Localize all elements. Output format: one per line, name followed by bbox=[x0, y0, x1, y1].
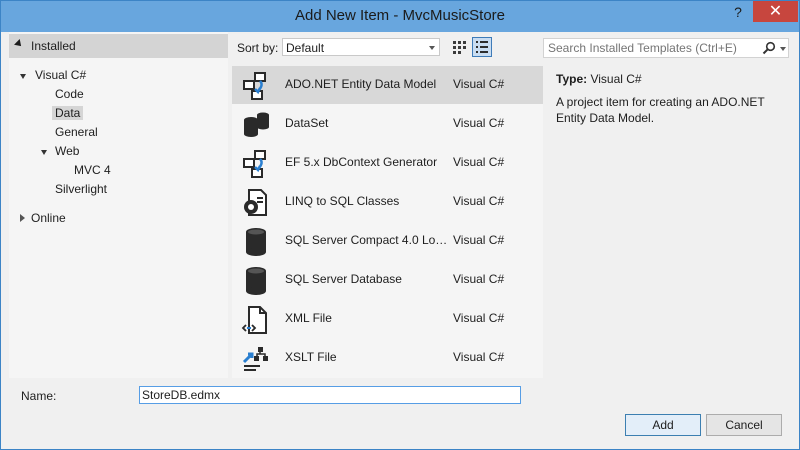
template-name: XSLT File bbox=[285, 350, 337, 364]
tree-item-code[interactable]: Code bbox=[55, 85, 84, 103]
template-description: A project item for creating an ADO.NET E… bbox=[556, 95, 765, 125]
tree-item-web[interactable]: Web bbox=[55, 142, 79, 160]
xslt-file-icon bbox=[242, 347, 268, 371]
template-list: ADO.NET Entity Data Model Visual C# DataSe… bbox=[232, 66, 543, 378]
chevron-down-icon[interactable] bbox=[780, 47, 786, 51]
template-list-item[interactable]: EF 5.x DbContext Generator Visual C# bbox=[232, 144, 543, 182]
template-list-item[interactable]: DataSet Visual C# bbox=[232, 105, 543, 143]
type-line: Type: Visual C# bbox=[556, 72, 642, 86]
add-new-item-dialog: Add New Item - MvcMusicStore ? ✕ Install… bbox=[0, 0, 800, 450]
sort-by-dropdown[interactable]: Default bbox=[282, 38, 440, 56]
dbcontext-generator-icon bbox=[243, 150, 266, 178]
template-list-item[interactable]: XSLT File Visual C# bbox=[232, 339, 543, 377]
template-list-item[interactable]: LINQ to SQL Classes Visual C# bbox=[232, 183, 543, 221]
help-button[interactable]: ? bbox=[727, 2, 749, 22]
template-details: Type: Visual C# A project item for creat… bbox=[546, 66, 791, 378]
search-templates-input[interactable] bbox=[548, 40, 758, 56]
close-button[interactable]: ✕ bbox=[753, 1, 798, 22]
template-name: DataSet bbox=[285, 116, 329, 130]
tree-item-online[interactable]: Online bbox=[31, 209, 66, 227]
template-name: ADO.NET Entity Data Model bbox=[285, 77, 437, 91]
title-bar[interactable]: Add New Item - MvcMusicStore ? ✕ bbox=[1, 1, 799, 32]
window-title: Add New Item - MvcMusicStore bbox=[294, 7, 506, 24]
dialog-body: Installed Visual C# Code Data General We… bbox=[1, 32, 799, 449]
name-label: Name: bbox=[21, 389, 57, 403]
tree-item-data[interactable]: Data bbox=[52, 104, 84, 122]
expand-arrow-icon[interactable] bbox=[41, 150, 47, 155]
template-language: Visual C# bbox=[453, 155, 505, 169]
template-language: Visual C# bbox=[453, 194, 505, 208]
sql-database-icon bbox=[246, 267, 266, 295]
grid-view-button[interactable] bbox=[449, 37, 469, 57]
entity-model-icon bbox=[243, 72, 266, 100]
tree-item-installed[interactable]: Installed bbox=[9, 34, 228, 58]
template-name: SQL Server Compact 4.0 Local Database bbox=[285, 233, 453, 247]
template-name: XML File bbox=[285, 311, 332, 325]
tree-label-data: Data bbox=[52, 106, 84, 120]
list-view-icon bbox=[476, 41, 488, 53]
search-icon[interactable] bbox=[762, 41, 776, 55]
template-name: SQL Server Database bbox=[285, 272, 402, 286]
add-button[interactable]: Add bbox=[625, 414, 701, 436]
template-name: LINQ to SQL Classes bbox=[285, 194, 400, 208]
collapse-arrow-icon[interactable] bbox=[20, 214, 25, 222]
chevron-down-icon bbox=[429, 46, 435, 50]
template-list-item[interactable]: SQL Server Compact 4.0 Local DatabaseVis… bbox=[232, 222, 543, 260]
template-name: EF 5.x DbContext Generator bbox=[285, 155, 438, 169]
tree-item-general[interactable]: General bbox=[55, 123, 98, 141]
template-list-item[interactable]: XML File Visual C# bbox=[232, 300, 543, 338]
dataset-icon bbox=[244, 112, 269, 137]
template-language: Visual C# bbox=[453, 77, 505, 91]
tree-item-silverlight[interactable]: Silverlight bbox=[55, 180, 107, 198]
list-view-button[interactable] bbox=[472, 37, 492, 57]
sort-by-label: Sort by: bbox=[237, 41, 279, 55]
tree-item-mvc4[interactable]: MVC 4 bbox=[74, 161, 111, 179]
tree-label-installed: Installed bbox=[31, 39, 76, 53]
type-value: Visual C# bbox=[590, 72, 642, 86]
template-language: Visual C# bbox=[453, 272, 505, 286]
search-templates-box[interactable] bbox=[543, 38, 789, 58]
expand-arrow-icon bbox=[14, 39, 24, 49]
tree-item-visual-csharp[interactable]: Visual C# bbox=[35, 66, 86, 84]
template-list-item[interactable]: SQL Server Database Visual C# bbox=[232, 261, 543, 299]
template-language: Visual C# bbox=[453, 311, 505, 325]
template-tree: Installed Visual C# Code Data General We… bbox=[9, 32, 228, 378]
template-language: Visual C# bbox=[453, 116, 505, 130]
name-input[interactable] bbox=[139, 386, 521, 404]
sql-compact-icon bbox=[246, 228, 266, 256]
type-label: Type: bbox=[556, 72, 588, 86]
expand-arrow-icon[interactable] bbox=[20, 74, 26, 79]
xml-file-icon bbox=[241, 306, 267, 334]
template-language: Visual C# bbox=[453, 350, 505, 364]
cancel-button[interactable]: Cancel bbox=[706, 414, 782, 436]
linq-to-sql-icon bbox=[244, 189, 267, 216]
grid-view-icon bbox=[453, 41, 466, 54]
template-language: Visual C# bbox=[453, 233, 505, 247]
template-list-item[interactable]: ADO.NET Entity Data Model Visual C# bbox=[232, 66, 543, 104]
sort-by-value: Default bbox=[286, 41, 325, 55]
